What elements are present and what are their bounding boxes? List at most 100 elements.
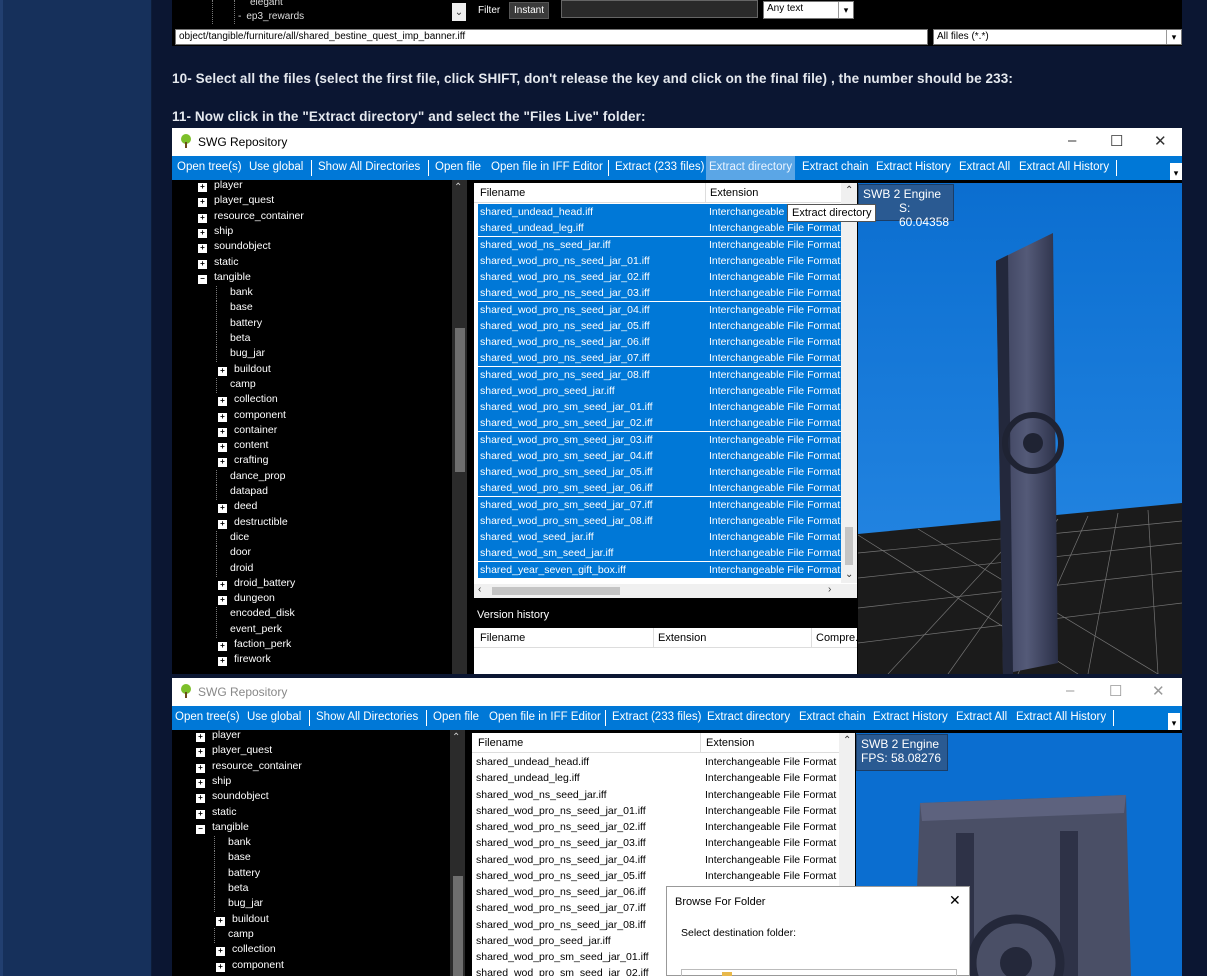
chevron-down-icon[interactable]: ▾ [838,2,853,18]
tree-item[interactable]: + firework [218,653,271,668]
tree-item[interactable]: dance_prop [216,469,285,485]
menu-extract-history[interactable]: Extract History [876,161,951,173]
scrollbar-thumb[interactable] [455,328,465,472]
tree-item[interactable]: + resource_container [196,760,302,775]
chevron-left-icon[interactable]: ‹ [478,584,481,595]
tree-item[interactable]: datapad [216,485,268,500]
expand-icon[interactable]: + [218,412,227,422]
tree-item-ep3-rewards[interactable]: - ep3_rewards [238,11,304,22]
maximize-button[interactable]: ☐ [1110,132,1123,150]
file-list-hscrollbar[interactable]: ‹ › [474,584,857,598]
close-button[interactable]: ✕ [1154,132,1167,150]
file-row[interactable]: shared_wod_sm_seed_jar.iff Interchangeabl… [478,545,841,562]
chevron-up-icon[interactable]: ⌃ [452,732,460,743]
expand-icon[interactable]: + [218,580,227,590]
tree-item[interactable]: bank [216,286,253,302]
chevron-down-icon[interactable]: ▾ [1166,30,1181,44]
menu-use-global[interactable]: Use global [249,161,303,173]
tree-item[interactable]: + player [198,180,243,194]
menu-open-file[interactable]: Open file [433,711,479,723]
folder-tree-box[interactable] [681,969,957,976]
column-extension[interactable]: Extension [658,632,706,644]
tree-item[interactable]: + buildout [216,913,269,928]
file-row[interactable]: shared_undead_leg.iff Interchangeable Fil… [478,220,841,237]
tree-item[interactable]: event_perk [216,622,282,638]
tree-item[interactable]: beta [216,332,250,347]
column-extension[interactable]: Extension [710,187,758,199]
file-row[interactable]: shared_wod_ns_seed_jar.iff Interchangeabl… [472,787,839,803]
menu-open-tree[interactable]: Open tree(s) [175,711,240,723]
tree-item[interactable]: + buildout [218,363,271,378]
file-row[interactable]: shared_wod_pro_sm_seed_jar_06.iff Interch… [478,480,841,497]
menu-extract-chain[interactable]: Extract chain [802,161,868,173]
expand-icon[interactable]: + [218,504,227,514]
file-row[interactable]: shared_undead_leg.iff Interchangeable Fil… [472,770,839,786]
tree-item[interactable]: battery [214,866,260,882]
expand-icon[interactable]: + [218,427,227,437]
tree-item[interactable]: encoded_disk [216,607,295,623]
file-list-scrollbar[interactable]: ⌃ ⌄ [841,183,857,583]
chevron-up-icon[interactable]: ⌃ [845,185,853,196]
expand-icon[interactable]: + [196,733,205,742]
file-row[interactable]: shared_wod_pro_ns_seed_jar_02.iff Interch… [472,819,839,835]
expand-icon[interactable]: + [218,657,227,667]
file-row[interactable]: shared_wod_ns_seed_jar.iff Interchangeabl… [478,236,841,253]
file-row[interactable]: shared_wod_pro_ns_seed_jar_08.iff Interch… [478,366,841,383]
file-type-select[interactable]: All files (*.*) ▾ [933,29,1182,45]
expand-icon[interactable]: + [198,259,207,269]
tree-item[interactable]: + ship [198,225,233,240]
expand-icon[interactable]: + [218,443,227,453]
expand-icon[interactable]: + [218,366,227,376]
column-filename[interactable]: Filename [478,737,523,749]
file-row[interactable]: shared_wod_pro_ns_seed_jar_03.iff Interch… [478,285,841,302]
file-row[interactable]: shared_wod_pro_seed_jar.iff Interchangeab… [478,382,841,399]
tree-item[interactable]: bug_jar [216,347,265,363]
file-row[interactable]: shared_wod_pro_ns_seed_jar_04.iff Interch… [478,301,841,318]
column-filename[interactable]: Filename [480,187,525,199]
tree-item[interactable]: + static [198,256,239,271]
tree-item[interactable]: + droid_battery [218,577,295,592]
minimize-button[interactable]: – [1068,132,1076,149]
menu-extract-all-history[interactable]: Extract All History [1019,161,1109,173]
file-row[interactable]: shared_wod_pro_ns_seed_jar_02.iff Interch… [478,269,841,286]
tree-item[interactable]: + ship [196,775,231,790]
menu-overflow-button[interactable]: ▾ [1168,713,1180,730]
expand-icon[interactable]: + [198,183,207,192]
menu-extract-all-history[interactable]: Extract All History [1016,711,1106,723]
maximize-button[interactable]: ☐ [1109,682,1122,700]
expand-icon[interactable]: + [196,763,205,773]
tree-item[interactable]: − tangible [196,821,249,836]
tree-item[interactable]: + static [196,806,237,821]
file-row[interactable]: shared_wod_seed_jar.iff Interchangeable F… [478,529,841,546]
collapse-icon[interactable]: − [198,274,207,284]
instant-button[interactable]: Instant [509,2,550,19]
file-row[interactable]: shared_wod_pro_ns_seed_jar_05.iff Interch… [478,317,841,334]
expand-icon[interactable]: + [218,458,227,468]
column-filename[interactable]: Filename [480,632,525,644]
tree-item[interactable]: + collection [216,943,276,958]
menu-extract-chain[interactable]: Extract chain [799,711,865,723]
tree-item-elegant[interactable]: elegant [250,0,283,8]
menu-extract-all[interactable]: Extract All [959,161,1010,173]
file-row[interactable]: shared_wod_pro_sm_seed_jar_05.iff Interch… [478,464,841,481]
tree-item[interactable]: base [214,851,251,867]
filter-input[interactable] [561,0,758,18]
chevron-up-icon[interactable]: ⌃ [454,182,462,193]
tree-item[interactable]: + deed [218,500,257,515]
menu-show-all-directories[interactable]: Show All Directories [316,711,418,723]
tree-item[interactable]: + faction_perk [218,638,291,653]
file-row[interactable]: shared_wod_pro_ns_seed_jar_01.iff Interch… [472,803,839,819]
chevron-down-icon[interactable]: ⌄ [452,3,466,21]
expand-icon[interactable]: + [196,778,205,788]
tree-item[interactable]: + player [196,730,241,744]
expand-icon[interactable]: + [196,794,205,804]
file-row[interactable]: shared_wod_pro_sm_seed_jar_01.iff Interch… [478,399,841,416]
minimize-button[interactable]: – [1066,682,1074,699]
expand-icon[interactable]: + [196,809,205,819]
match-type-select[interactable]: Any text ▾ [763,1,854,19]
file-row[interactable]: shared_wod_pro_ns_seed_jar_05.iff Interch… [472,868,839,884]
tree-item[interactable]: droid [216,561,253,577]
file-row[interactable]: shared_wod_pro_ns_seed_jar_07.iff Interch… [478,350,841,367]
tree-item[interactable]: bank [214,836,251,852]
tree-item[interactable]: + soundobject [196,790,269,805]
